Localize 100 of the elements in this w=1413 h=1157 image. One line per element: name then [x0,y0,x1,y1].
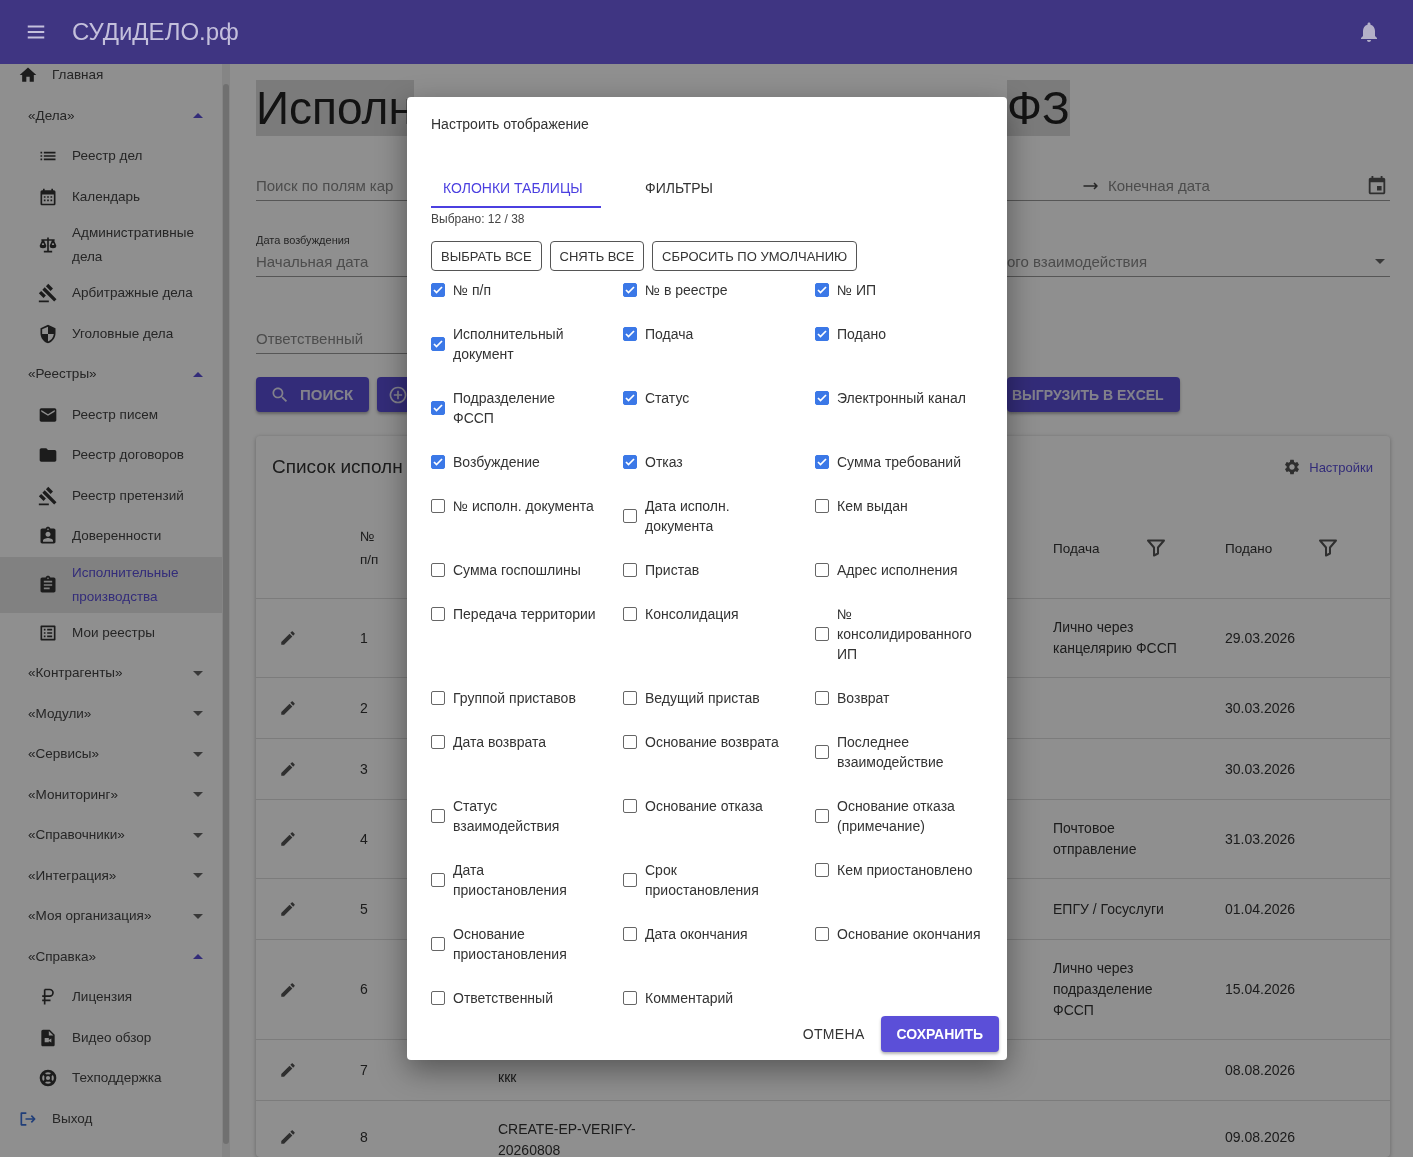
checkbox[interactable] [623,391,637,405]
checkbox[interactable] [431,401,445,415]
checkbox-label: Исполнительный документ [453,325,565,364]
sidebar-group[interactable]: «Интеграция» [28,863,117,888]
checkbox[interactable] [815,809,829,823]
checkbox[interactable] [623,563,637,577]
filter-icon[interactable] [1147,539,1165,557]
checkbox[interactable] [815,745,829,759]
sidebar-item[interactable]: Видео обзор [0,1017,222,1058]
filter-icon[interactable] [1319,539,1337,557]
search-field[interactable]: Поиск по полям кар [256,171,407,201]
export-button[interactable]: ВЫГРУЗИТЬ В EXCEL [1007,377,1180,412]
outlined-button[interactable]: ВЫБРАТЬ ВСЕ [431,241,542,271]
checkbox-label: № п/п [453,281,492,300]
sidebar-group[interactable]: «Сервисы» [28,742,99,767]
save-button[interactable]: СОХРАНИТЬ [880,1016,999,1052]
checkbox-label: Подразделение ФССП [453,389,557,428]
checkbox-label: Дата приостановления [453,861,568,900]
sidebar-item[interactable]: Лицензия [0,977,222,1018]
app-title: СУДиДЕЛО.рф [72,18,239,46]
table-cell-text: 7 [360,1060,368,1080]
checkbox-label: № ИП [837,281,878,300]
sidebar-item[interactable]: Выход [52,1106,93,1131]
checkbox[interactable] [815,499,829,513]
checkbox[interactable] [431,873,445,887]
search-button[interactable]: ПОИСК [256,377,370,412]
responsible-field[interactable]: Ответственный [256,324,407,354]
checkbox[interactable] [623,327,637,341]
checkbox[interactable] [431,563,445,577]
checkbox[interactable] [623,927,637,941]
checkbox[interactable] [815,691,829,705]
checkbox[interactable] [431,499,445,513]
sidebar-group[interactable]: «Модули» [28,701,92,726]
table-cell-text: Лично через канцелярию ФССП [1053,618,1178,658]
checkbox[interactable] [623,991,637,1005]
cancel-button[interactable]: ОТМЕНА [802,1026,865,1042]
sidebar-group[interactable]: «Контрагенты» [28,661,123,686]
checkbox[interactable] [623,509,637,523]
sidebar-item[interactable]: Реестр претензий [0,475,222,516]
table-cell-text: 4 [360,829,368,849]
scrollbar[interactable] [223,84,229,1144]
checkbox[interactable] [431,735,445,749]
table-cell-text: 5 [360,899,368,919]
checkbox[interactable] [431,809,445,823]
checkbox[interactable] [815,391,829,405]
sidebar-item[interactable]: Реестр дел [0,136,222,177]
outlined-button[interactable]: СНЯТЬ ВСЕ [549,241,645,271]
sidebar-group[interactable]: «Справка» [28,944,96,969]
select-field[interactable]: ого взаимодействия [1007,247,1390,277]
table-cell-text: 31.03.2026 [1225,829,1296,849]
tab[interactable]: КОЛОНКИ ТАБЛИЦЫ [431,170,601,208]
sidebar-group[interactable]: «Мониторинг» [28,782,118,807]
date-field[interactable]: Начальная дата [256,247,407,277]
checkbox-label: Консолидация [645,605,740,624]
checkbox[interactable] [815,627,829,641]
sidebar-item[interactable]: Календарь [0,176,222,217]
checkbox[interactable] [431,455,445,469]
checkbox[interactable] [431,991,445,1005]
checkbox[interactable] [815,327,829,341]
checkbox[interactable] [431,691,445,705]
tab[interactable]: ФИЛЬТРЫ [633,170,803,208]
sidebar-group[interactable]: «Моя организация» [28,904,152,929]
checkbox[interactable] [431,283,445,297]
checkbox[interactable] [623,607,637,621]
checkbox[interactable] [623,283,637,297]
sidebar-item[interactable]: Техподдержка [0,1058,222,1099]
checkbox[interactable] [815,283,829,297]
checkbox-label: Отказ [645,453,684,472]
settings-link[interactable]: Настройки [1309,459,1373,475]
sidebar-group[interactable]: «Дела» [28,103,75,128]
sidebar-item[interactable]: Исполнительные производства [0,556,222,613]
checkbox[interactable] [431,337,445,351]
checkbox[interactable] [431,937,445,951]
outlined-button[interactable]: СБРОСИТЬ ПО УМОЛЧАНИЮ [652,241,858,271]
checkbox[interactable] [623,799,637,813]
sidebar-group[interactable]: «Реестры» [28,362,97,387]
pencil-icon [279,699,297,717]
checkbox[interactable] [815,863,829,877]
checkbox[interactable] [623,455,637,469]
checkbox[interactable] [623,873,637,887]
sidebar-item[interactable]: Реестр писем [0,394,222,435]
sidebar-item[interactable]: Административные дела [0,217,222,273]
checkbox[interactable] [623,691,637,705]
checkbox[interactable] [431,607,445,621]
checkbox[interactable] [815,927,829,941]
date-field[interactable]: Конечная дата [1007,171,1390,201]
checkbox-label: Основание приостановления [453,925,568,964]
sidebar-group[interactable]: «Справочники» [28,823,125,848]
sidebar-item[interactable]: Доверенности [0,516,222,557]
sidebar-item[interactable]: Мои реестры [0,612,222,653]
checkbox-label: Сумма госпошлины [453,561,582,580]
sidebar-item[interactable]: Арбитражные дела [0,273,222,314]
checkbox[interactable] [815,455,829,469]
sidebar-item[interactable]: Главная [52,64,104,88]
sidebar-item[interactable]: Реестр договоров [0,435,222,476]
checkbox[interactable] [623,735,637,749]
checkbox[interactable] [815,563,829,577]
table-cell-text: 2 [360,698,368,718]
add-button[interactable] [377,377,409,412]
sidebar-item[interactable]: Уголовные дела [0,313,222,354]
